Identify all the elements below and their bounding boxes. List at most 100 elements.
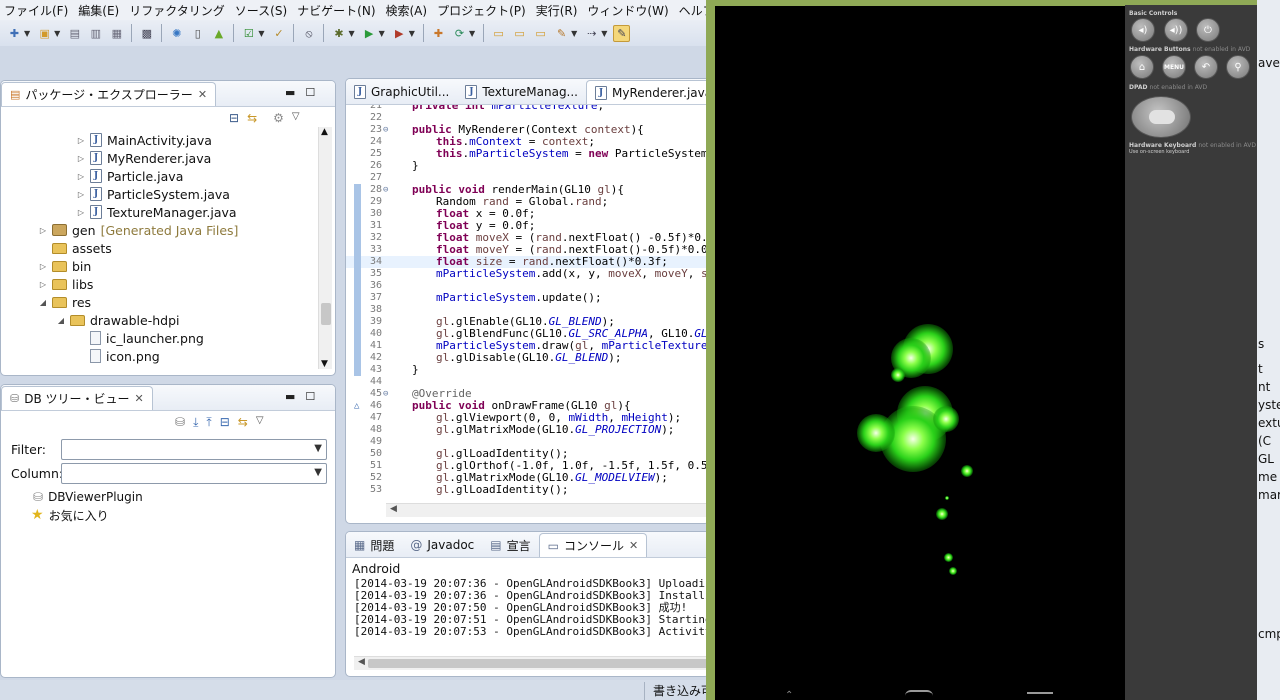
close-icon[interactable]: ✕ <box>198 88 207 101</box>
tree-item[interactable]: ◢ res <box>39 293 91 311</box>
collapsed-icon[interactable]: ▷ <box>39 226 47 235</box>
link-editor-icon[interactable]: ⇆ <box>238 415 248 430</box>
run-icon[interactable]: ▶ <box>361 25 378 42</box>
tab-package-explorer[interactable]: ▤ パッケージ・エクスプローラー ✕ <box>1 82 217 106</box>
external-tools-dropdown-icon[interactable]: ▼ <box>409 29 415 38</box>
tree-item[interactable]: ▷ gen [Generated Java Files] <box>39 221 239 239</box>
scroll-left-icon[interactable]: ◀ <box>390 504 397 514</box>
console-tab[interactable]: ▤ 宣言 <box>482 533 538 557</box>
android-icon[interactable]: ▲ <box>210 25 227 42</box>
recents-nav-icon[interactable] <box>1027 692 1053 698</box>
collapse-all-icon[interactable]: ⊟ <box>220 415 230 430</box>
editor-tab[interactable]: J GraphicUtil... <box>346 80 457 104</box>
column-select[interactable]: ▼ <box>61 463 327 484</box>
print-icon[interactable]: ▦ <box>108 25 125 42</box>
db-tree-item[interactable]: ⛁ DBViewerPlugin <box>33 488 143 506</box>
minimize-icon[interactable]: ▬ <box>285 86 295 99</box>
expanded-icon[interactable]: ◢ <box>39 298 47 307</box>
menu-item[interactable]: リファクタリング <box>125 2 231 19</box>
filter-icon[interactable]: ⚙ <box>273 111 284 125</box>
search-dropdown-icon[interactable]: ▼ <box>571 29 577 38</box>
db-tree-item[interactable]: ★ お気に入り <box>31 506 109 524</box>
tree-item[interactable]: ic_launcher.png <box>77 329 204 347</box>
open-type-icon[interactable]: ▭ <box>490 25 507 42</box>
navigate-dropdown-icon[interactable]: ▼ <box>601 29 607 38</box>
editor-tab[interactable]: J TextureManag... <box>457 80 586 104</box>
editor-tab[interactable]: JMyRenderer.java✕ <box>586 80 709 104</box>
home-nav-icon[interactable] <box>905 690 933 696</box>
collapsed-icon[interactable]: ▷ <box>77 190 85 199</box>
scrollbar-thumb[interactable] <box>321 303 331 325</box>
volume-up-button[interactable]: ◂)) <box>1164 18 1188 42</box>
export-icon[interactable]: ⤒ <box>206 415 211 430</box>
debug-dropdown-icon[interactable]: ▼ <box>348 29 354 38</box>
scroll-up-icon[interactable]: ▲ <box>321 127 328 137</box>
debug-icon[interactable]: ✱ <box>330 25 347 42</box>
run-dropdown-icon[interactable]: ▼ <box>379 29 385 38</box>
view-menu-icon[interactable]: ▽ <box>256 415 264 430</box>
emulator-screen[interactable] <box>715 6 1125 700</box>
checkbox-icon[interactable]: ☑ <box>240 25 257 42</box>
maximize-icon[interactable]: ☐ <box>305 86 315 99</box>
settings-icon[interactable]: ✺ <box>168 25 185 42</box>
home-button[interactable]: ⌂ <box>1130 55 1154 79</box>
fold-toggle-icon[interactable]: ⊖ <box>383 388 388 400</box>
lint-icon[interactable]: ✓ <box>270 25 287 42</box>
avd-manager-icon[interactable]: ▯ <box>189 25 206 42</box>
tree-item[interactable]: ▷ libs <box>39 275 93 293</box>
new-class-icon[interactable]: ✚ <box>430 25 447 42</box>
save-all-icon[interactable]: ▥ <box>87 25 104 42</box>
tree-item[interactable]: assets <box>39 239 112 257</box>
minimize-icon[interactable]: ▬ <box>285 390 295 403</box>
tree-item[interactable]: ▷ bin <box>39 257 91 275</box>
tree-item[interactable]: ▷ J TextureManager.java <box>77 203 237 221</box>
code-editor[interactable]: 21 private int mParticleTexture; 22 23 ⊖ publ… <box>346 105 709 503</box>
link-editor-icon[interactable]: ⇆ <box>247 111 257 125</box>
tree-item[interactable]: ▷ J Particle.java <box>77 167 183 185</box>
menu-item[interactable]: ソース(S) <box>231 2 293 19</box>
console-output[interactable]: [2014-03-19 20:07:36 - OpenGLAndroidSDKB… <box>354 578 709 638</box>
back-nav-icon[interactable]: ⌃ <box>785 690 793 700</box>
console-tab[interactable]: ▭ コンソール ✕ <box>538 533 648 557</box>
new-dropdown-icon[interactable]: ▼ <box>24 29 30 38</box>
navigate-icon[interactable]: ⇢ <box>583 25 600 42</box>
dpad-center-button[interactable] <box>1149 110 1175 124</box>
open-icon[interactable]: ▣ <box>36 25 53 42</box>
collapsed-icon[interactable]: ▷ <box>77 136 85 145</box>
open-dropdown-icon[interactable]: ▼ <box>54 29 60 38</box>
database-add-icon[interactable]: ⛁ <box>175 415 185 430</box>
tree-item[interactable]: ▷ J MyRenderer.java <box>77 149 211 167</box>
filter-select[interactable]: ▼ <box>61 439 327 460</box>
close-icon[interactable]: ✕ <box>135 392 144 405</box>
sdk-manager-icon[interactable]: ▩ <box>138 25 155 42</box>
menu-button[interactable]: MENU <box>1162 55 1186 79</box>
console-tab[interactable]: ▦ 問題 <box>346 533 402 557</box>
collapsed-icon[interactable]: ▷ <box>77 154 85 163</box>
expanded-icon[interactable]: ◢ <box>57 316 65 325</box>
search-icon[interactable]: ✎ <box>553 25 570 42</box>
power-button[interactable]: ⏻ <box>1196 18 1220 42</box>
menu-item[interactable]: 実行(R) <box>532 2 584 19</box>
volume-down-button[interactable]: ◂) <box>1131 18 1155 42</box>
tab-db-tree[interactable]: ⛁ DB ツリー・ビュー ✕ <box>1 386 153 410</box>
external-tools-icon[interactable]: ▶ <box>391 25 408 42</box>
package-tree-scrollbar[interactable]: ▲ ▼ <box>318 127 332 369</box>
open-folder-icon[interactable]: ▭ <box>511 25 528 42</box>
back-button[interactable]: ↶ <box>1194 55 1218 79</box>
scrollbar-thumb[interactable] <box>368 659 708 668</box>
skip-breakpoints-icon[interactable]: ⦸ <box>300 25 317 42</box>
paintbrush-icon[interactable]: ✎ <box>613 24 631 42</box>
fold-toggle-icon[interactable]: ⊖ <box>383 184 388 196</box>
console-tab[interactable]: @ Javadoc <box>402 533 482 557</box>
view-menu-icon[interactable]: ▽ <box>292 111 300 125</box>
maximize-icon[interactable]: ☐ <box>305 390 315 403</box>
import-icon[interactable]: ⤓ <box>193 415 198 430</box>
menu-item[interactable]: ファイル(F) <box>0 2 74 19</box>
fold-toggle-icon[interactable]: ⊖ <box>383 124 388 136</box>
checkbox-dropdown-icon[interactable]: ▼ <box>258 29 264 38</box>
console-horizontal-scrollbar[interactable]: ◀ <box>354 656 709 670</box>
collapsed-icon[interactable]: ▷ <box>39 262 47 271</box>
collapsed-icon[interactable]: ▷ <box>77 208 85 217</box>
search-button[interactable]: ⚲ <box>1226 55 1250 79</box>
tree-item[interactable]: ◢ drawable-hdpi <box>57 311 180 329</box>
